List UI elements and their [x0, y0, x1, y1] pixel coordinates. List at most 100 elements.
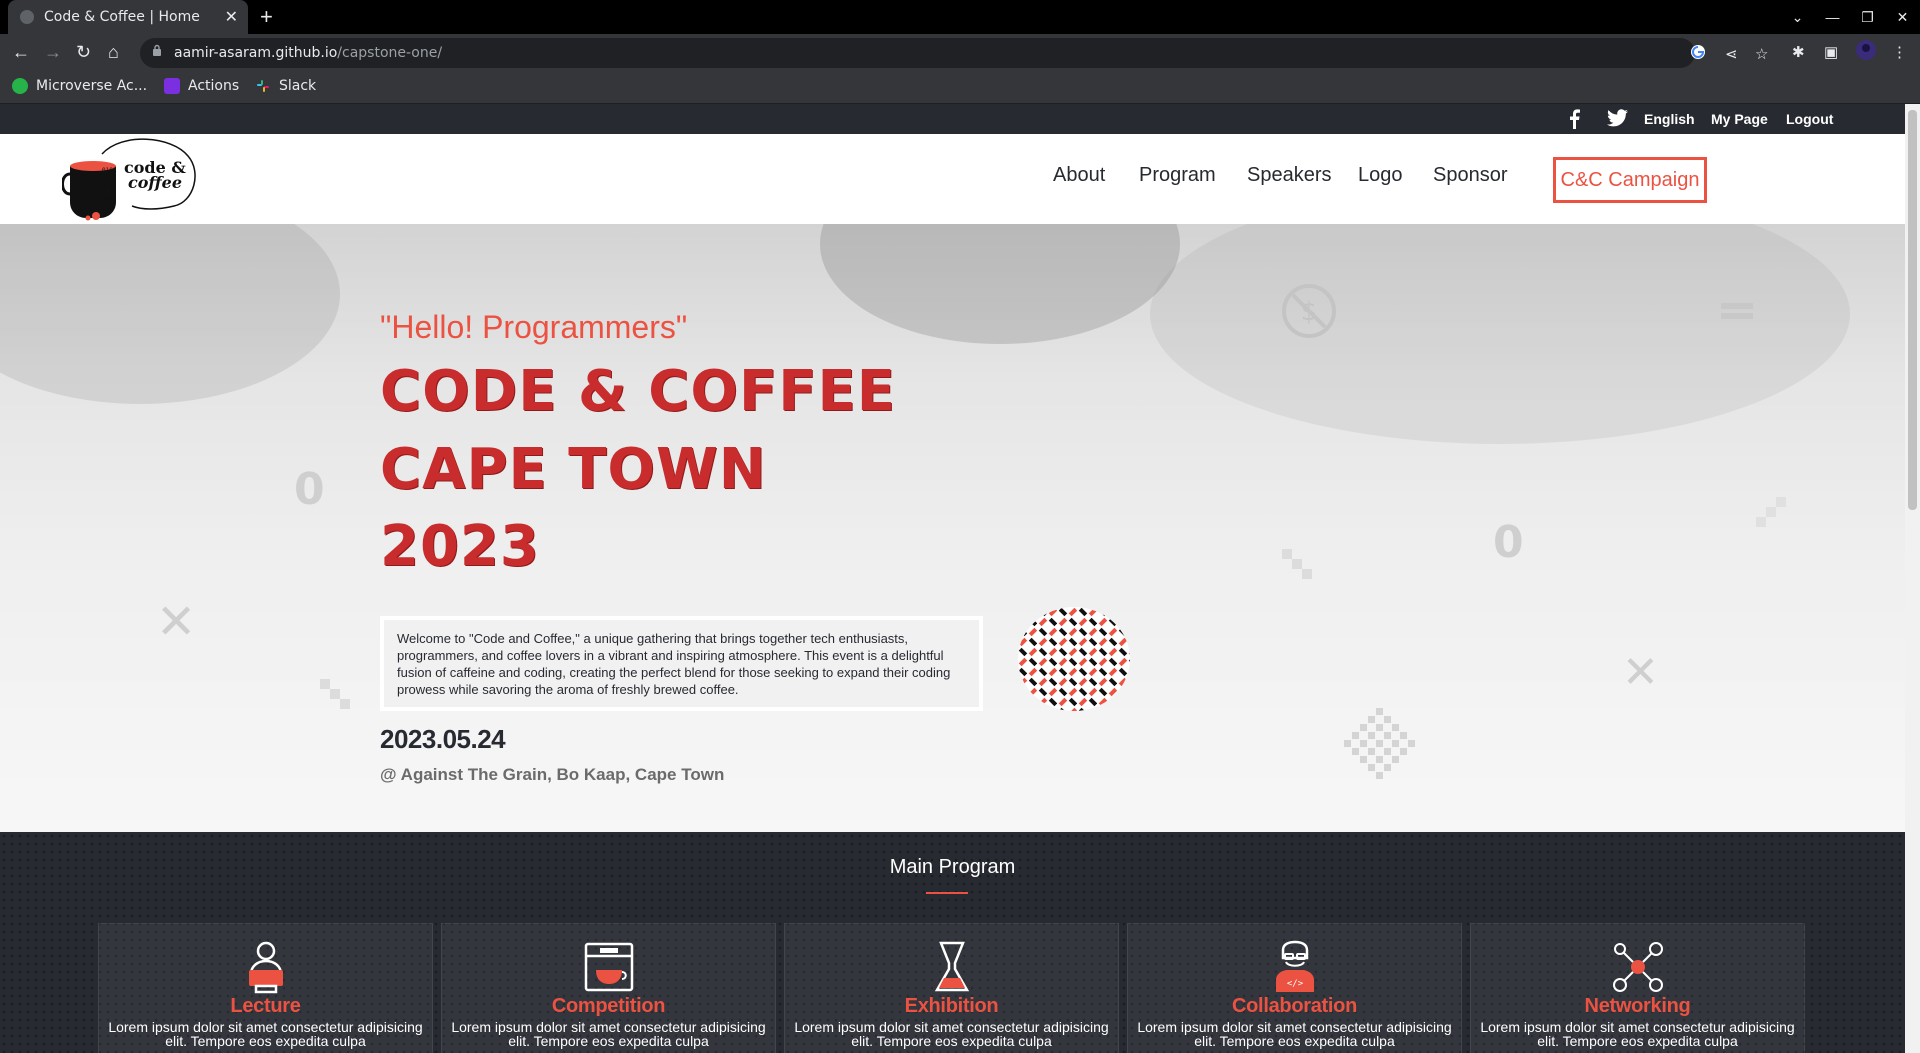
card-description: Lorem ipsum dolor sit amet consectetur a…: [1137, 1019, 1452, 1049]
card-description: Lorem ipsum dolor sit amet consectetur a…: [108, 1019, 423, 1049]
bookmark-star-icon[interactable]: ☆: [1755, 45, 1768, 63]
chemex-icon: [934, 941, 970, 992]
tab-search-icon[interactable]: ⌄: [1780, 0, 1815, 34]
home-icon[interactable]: ⌂: [108, 42, 119, 63]
url-path: /capstone-one/: [337, 45, 443, 61]
main-program-section: Main Program Lecture Lorem ipsum dolor s…: [0, 832, 1905, 1053]
welcome-text-box: Welcome to "Code and Coffee," a unique g…: [380, 616, 983, 711]
section-title: Main Program: [889, 856, 1016, 878]
my-page-link[interactable]: My Page: [1711, 111, 1768, 127]
card-title: Competition: [551, 995, 666, 1017]
side-panel-icon[interactable]: ▣: [1824, 43, 1838, 61]
tab-favicon-icon: [20, 10, 34, 24]
event-date: 2023.05.24: [380, 724, 506, 754]
logout-link[interactable]: Logout: [1786, 111, 1833, 127]
program-card[interactable]: Exhibition Lorem ipsum dolor sit amet co…: [784, 923, 1119, 1053]
nav-speakers[interactable]: Speakers: [1247, 164, 1332, 187]
nav-logo[interactable]: Logo: [1358, 164, 1403, 187]
event-venue: @ Against The Grain, Bo Kaap, Cape Town: [380, 765, 725, 784]
browser-tabbar: Code & Coffee | Home ✕ + ⌄ — ❐ ✕: [0, 0, 1920, 34]
hero-bg-shape: [820, 224, 1180, 344]
hero-title-line: 2023: [380, 514, 540, 579]
bookmark-label: Microverse Ac...: [36, 78, 148, 94]
campaign-button[interactable]: C&C Campaign: [1553, 157, 1707, 203]
coffee-machine-icon: [584, 942, 634, 992]
deco-equals-icon: [1721, 303, 1753, 309]
hero-section: $ 0 0 ✕ ✕: [0, 224, 1905, 832]
program-card[interactable]: Lecture Lorem ipsum dolor sit amet conse…: [98, 923, 433, 1053]
nav-program[interactable]: Program: [1139, 164, 1216, 187]
no-dollar-icon: $: [1282, 284, 1336, 338]
svg-text:{:}: {:}: [102, 181, 113, 188]
deco-equals-icon: [1721, 313, 1753, 319]
program-card[interactable]: </> Collaboration Lorem ipsum dolor sit …: [1127, 923, 1462, 1053]
tab-title: Code & Coffee | Home: [44, 9, 200, 25]
svg-text:</>: </>: [1287, 979, 1304, 989]
pattern-circle-icon: [1018, 607, 1130, 711]
scrollbar-thumb[interactable]: [1908, 110, 1917, 510]
google-icon[interactable]: [1690, 44, 1706, 64]
window-controls: ⌄ — ❐ ✕: [1780, 0, 1920, 34]
card-description: Lorem ipsum dolor sit amet consectetur a…: [451, 1019, 766, 1049]
page-scrollbar[interactable]: [1905, 104, 1920, 1053]
deco-zero-icon: 0: [294, 464, 325, 515]
extensions-icon[interactable]: ✱: [1792, 43, 1805, 61]
new-tab-button[interactable]: +: [260, 4, 273, 30]
bookmark-label: Actions: [188, 78, 240, 94]
deco-zero-icon: 0: [1493, 517, 1524, 568]
nav-about[interactable]: About: [1053, 164, 1105, 187]
menu-kebab-icon[interactable]: ⋮: [1892, 43, 1907, 61]
hero-bg-shape: [0, 224, 340, 404]
hero-title-line: CAPE TOWN: [380, 437, 767, 502]
site-header: 0101 {:} </> code & coffee About Program…: [0, 134, 1905, 224]
developer-icon: </>: [1276, 940, 1314, 992]
share-icon[interactable]: ⋖: [1725, 45, 1738, 63]
bookmark-actions[interactable]: Actions: [164, 78, 239, 94]
browser-tab[interactable]: Code & Coffee | Home ✕: [8, 0, 248, 34]
top-utility-bar: English My Page Logout: [0, 104, 1905, 134]
browser-toolbar: ← → ↻ ⌂ aamir-asaram.github.io/capstone-…: [0, 34, 1920, 72]
deco-cross-icon: ✕: [156, 596, 197, 649]
back-icon[interactable]: ←: [12, 42, 30, 63]
bookmark-label: Slack: [279, 78, 317, 94]
profile-avatar-icon[interactable]: [1856, 40, 1876, 64]
card-description: Lorem ipsum dolor sit amet consectetur a…: [794, 1019, 1109, 1049]
deco-steps-icon: [1282, 549, 1312, 579]
bookmark-microverse[interactable]: Microverse Ac...: [12, 78, 147, 94]
slack-icon: [257, 80, 269, 92]
forward-icon[interactable]: →: [44, 42, 62, 63]
twitter-icon[interactable]: [1607, 109, 1628, 132]
reload-icon[interactable]: ↻: [76, 42, 91, 63]
restore-icon[interactable]: ❐: [1850, 0, 1885, 34]
hero-bg-shape: [1150, 224, 1850, 444]
lecture-icon: [249, 941, 283, 994]
hero-title-line: CODE & COFFEE: [380, 359, 896, 424]
deco-cross-icon: ✕: [1622, 648, 1659, 697]
page-viewport: English My Page Logout 0101 {:} </> code…: [0, 104, 1905, 1053]
card-title: Lecture: [230, 995, 301, 1017]
logo-wordmark: code & coffee: [124, 160, 186, 192]
url-text: aamir-asaram.github.io/capstone-one/: [174, 45, 442, 61]
welcome-text: Welcome to "Code and Coffee," a unique g…: [397, 631, 951, 697]
tab-close-icon[interactable]: ✕: [225, 7, 238, 27]
section-title-underline: [926, 892, 968, 894]
lock-icon: [153, 44, 161, 56]
bookmark-slack[interactable]: Slack: [255, 78, 316, 94]
url-host: aamir-asaram.github.io: [174, 45, 338, 61]
actions-icon: [164, 78, 180, 94]
bookmarks-bar: Microverse Ac... Actions Slack: [0, 72, 1920, 104]
address-bar[interactable]: aamir-asaram.github.io/capstone-one/ ⋖ ☆: [140, 38, 1768, 68]
card-title: Collaboration: [1232, 995, 1357, 1017]
microverse-icon: [12, 78, 28, 94]
close-window-icon[interactable]: ✕: [1885, 0, 1920, 34]
program-card[interactable]: Competition Lorem ipsum dolor sit amet c…: [441, 923, 776, 1053]
site-logo[interactable]: 0101 {:} </> code & coffee: [61, 136, 202, 222]
facebook-icon[interactable]: [1568, 109, 1580, 134]
logo-word-coffee: coffee: [128, 173, 183, 192]
card-description: Lorem ipsum dolor sit amet consectetur a…: [1480, 1019, 1795, 1049]
nav-sponsor[interactable]: Sponsor: [1433, 164, 1508, 187]
program-card[interactable]: Networking Lorem ipsum dolor sit amet co…: [1470, 923, 1805, 1053]
minimize-icon[interactable]: —: [1815, 0, 1850, 34]
lang-english-link[interactable]: English: [1644, 111, 1695, 127]
card-title: Exhibition: [904, 995, 999, 1017]
